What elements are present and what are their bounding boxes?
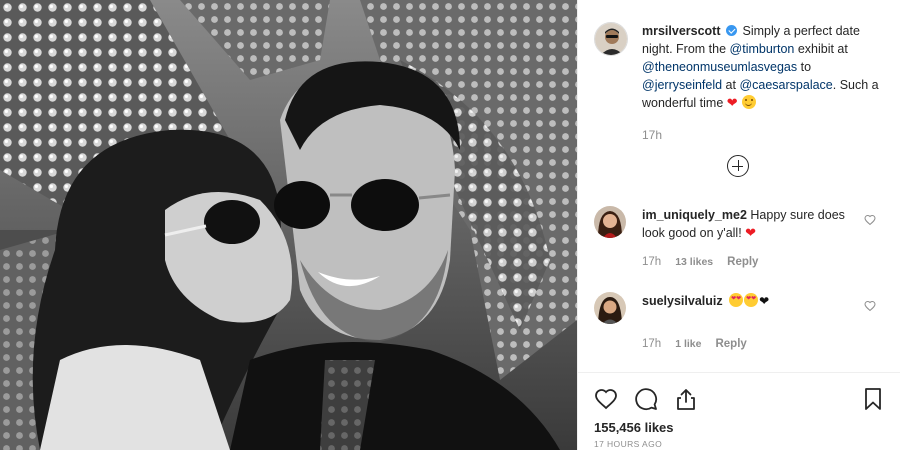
comment-time: 17h [642,256,662,268]
reply-button[interactable]: Reply [715,338,746,350]
heart-emoji-icon: ❤ [726,95,738,110]
reply-button[interactable]: Reply [727,256,758,268]
commenter-username[interactable]: suelysilvaluiz [642,294,723,308]
heart-icon[interactable] [594,387,618,411]
side-panel: mrsilverscott Simply a perfect date nigh… [577,0,900,450]
comment-likes[interactable]: 13 likes [675,256,713,268]
comment: im_uniquely_me2 Happy sure does look goo… [594,206,894,268]
action-icons [594,387,698,411]
caption-timestamp: 17h [642,128,663,142]
mention-link[interactable]: @caesarspalace [739,78,832,92]
post-time-ago: 17 HOURS AGO [594,439,663,449]
commenter-username[interactable]: im_uniquely_me2 [642,208,747,222]
comment-like-heart-icon[interactable] [864,214,876,226]
author-username[interactable]: mrsilverscott [642,24,721,38]
red-heart-emoji-icon: ❤ [745,225,757,240]
caption: mrsilverscott Simply a perfect date nigh… [594,22,894,144]
heart-eyes-emoji-icon: ❤❤ [729,293,744,307]
comment-time: 17h [642,338,662,350]
caption-text: mrsilverscott Simply a perfect date nigh… [642,22,882,144]
comment-likes[interactable]: 1 like [675,338,701,350]
comment-meta: 17h 13 likes Reply [642,256,894,268]
share-icon[interactable] [674,387,698,411]
photo-illustration [0,0,577,450]
mention-link[interactable]: @timburton [730,42,795,56]
caption-part: to [797,60,812,74]
author-avatar[interactable] [594,22,628,56]
verified-badge-icon [726,25,737,36]
likes-count[interactable]: 155,456 likes [594,420,674,435]
post-photo[interactable] [0,0,577,450]
comment-meta: 17h 1 like Reply [642,338,894,350]
load-more-comments-icon[interactable] [727,155,749,177]
comment-icon[interactable] [634,387,658,411]
bookmark-icon[interactable] [861,387,885,411]
heart-eyes-emoji-icon: ❤❤ [744,293,759,307]
caption-part: at [722,78,740,92]
action-bar: 155,456 likes 17 HOURS AGO [578,372,900,450]
comment-like-heart-icon[interactable] [864,300,876,312]
commenter-avatar[interactable] [594,206,626,238]
commenter-avatar[interactable] [594,292,626,324]
instagram-post: mrsilverscott Simply a perfect date nigh… [0,0,900,450]
mention-link[interactable]: @theneonmuseumlasvegas [642,60,797,74]
smile-emoji-icon [741,95,756,109]
comment-text: suelysilvaluiz ❤❤ ❤❤ ❤ [642,292,852,324]
black-heart-emoji-icon: ❤ [759,294,770,308]
caption-part: exhibit at [794,42,848,56]
comment: suelysilvaluiz ❤❤ ❤❤ ❤ 17h 1 like Reply [594,292,894,350]
comment-text: im_uniquely_me2 Happy sure does look goo… [642,206,852,242]
mention-link[interactable]: @jerryseinfeld [642,78,722,92]
